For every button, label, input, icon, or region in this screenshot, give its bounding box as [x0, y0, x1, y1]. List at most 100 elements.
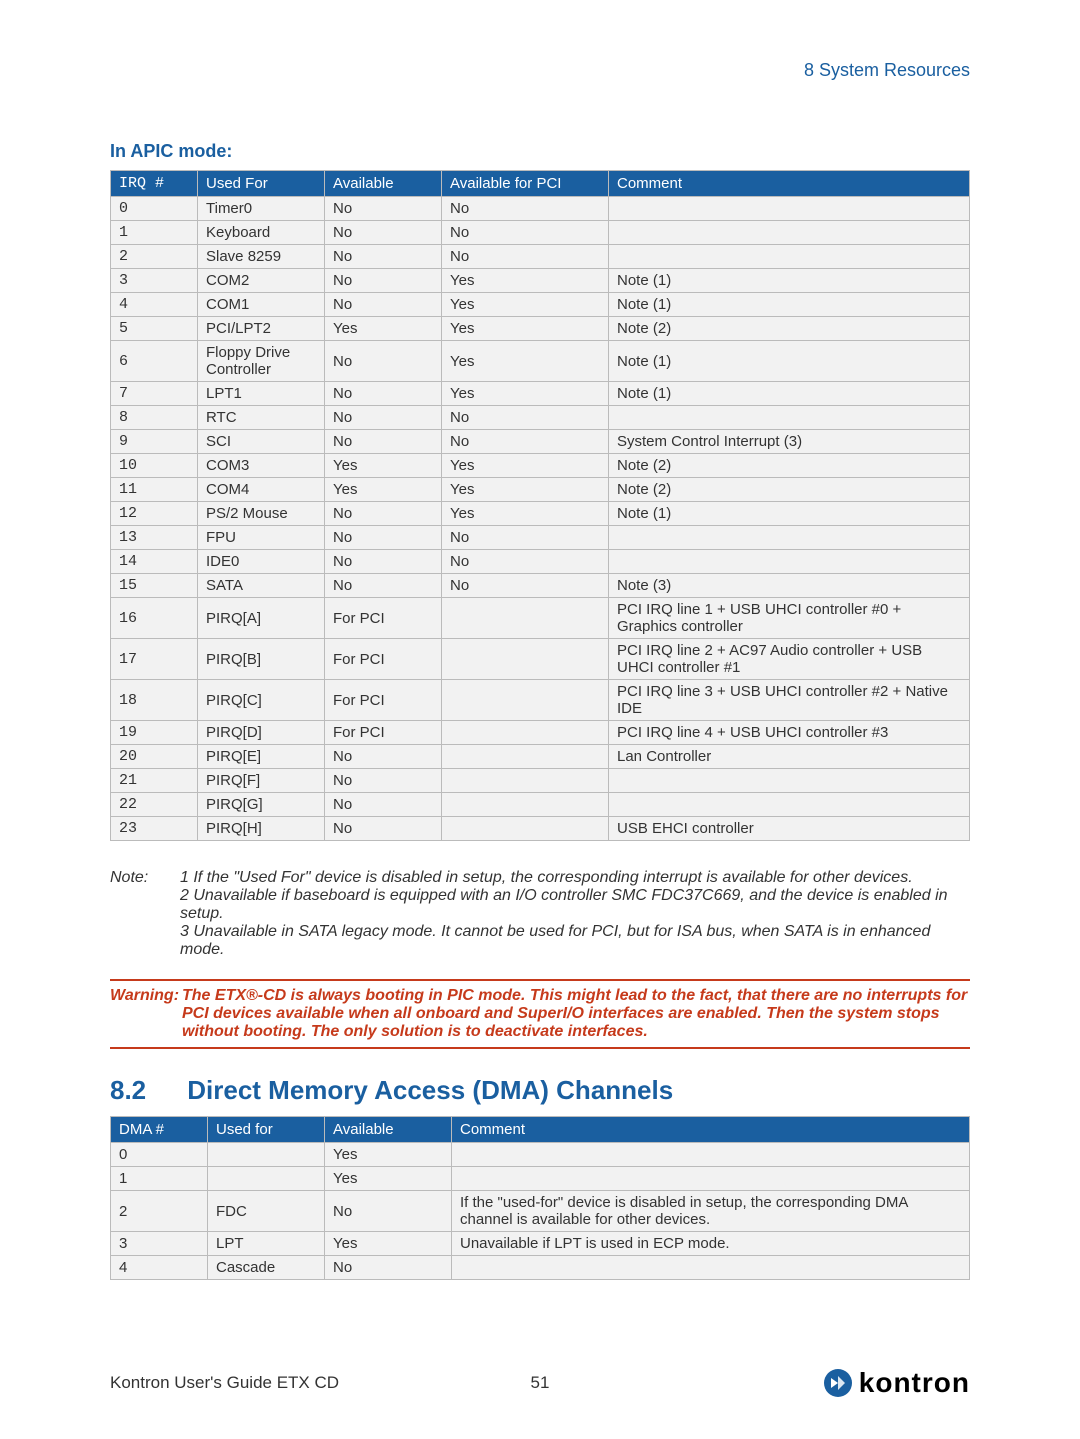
- dma-cell: [208, 1143, 325, 1167]
- table-row: 6Floppy Drive ControllerNoYesNote (1): [111, 341, 970, 382]
- irq-cell: For PCI: [325, 721, 442, 745]
- note-line: 3 Unavailable in SATA legacy mode. It ca…: [180, 923, 970, 959]
- apic-mode-title: In APIC mode:: [110, 141, 970, 162]
- note-label: Note:: [110, 869, 180, 959]
- irq-cell: Yes: [442, 269, 609, 293]
- irq-cell: [609, 197, 970, 221]
- irq-cell: 0: [111, 197, 198, 221]
- note-block: Note: 1 If the "Used For" device is disa…: [110, 869, 970, 959]
- brand-logo: kontron: [823, 1367, 970, 1399]
- irq-cell: No: [325, 341, 442, 382]
- table-row: 23PIRQ[H]NoUSB EHCI controller: [111, 817, 970, 841]
- irq-cell: 23: [111, 817, 198, 841]
- irq-cell: No: [325, 197, 442, 221]
- irq-cell: 20: [111, 745, 198, 769]
- irq-cell: SATA: [198, 574, 325, 598]
- irq-cell: 15: [111, 574, 198, 598]
- irq-cell: Yes: [442, 382, 609, 406]
- irq-cell: For PCI: [325, 598, 442, 639]
- irq-cell: COM4: [198, 478, 325, 502]
- irq-cell: Yes: [325, 454, 442, 478]
- irq-cell: PCI IRQ line 1 + USB UHCI controller #0 …: [609, 598, 970, 639]
- irq-cell: Note (1): [609, 293, 970, 317]
- warning-label: Warning:: [110, 987, 182, 1041]
- irq-cell: PCI IRQ line 4 + USB UHCI controller #3: [609, 721, 970, 745]
- table-row: 14IDE0NoNo: [111, 550, 970, 574]
- irq-cell: 11: [111, 478, 198, 502]
- irq-cell: 16: [111, 598, 198, 639]
- table-row: 9SCINoNoSystem Control Interrupt (3): [111, 430, 970, 454]
- irq-cell: No: [325, 745, 442, 769]
- irq-cell: No: [325, 293, 442, 317]
- irq-cell: 19: [111, 721, 198, 745]
- irq-cell: [442, 769, 609, 793]
- dma-header-cell: Available: [325, 1117, 452, 1143]
- irq-header-cell: IRQ #: [111, 171, 198, 197]
- irq-cell: PIRQ[A]: [198, 598, 325, 639]
- irq-cell: Yes: [442, 454, 609, 478]
- irq-header-cell: Comment: [609, 171, 970, 197]
- dma-cell: [452, 1143, 970, 1167]
- irq-cell: 2: [111, 245, 198, 269]
- table-row: 13FPUNoNo: [111, 526, 970, 550]
- irq-cell: 22: [111, 793, 198, 817]
- irq-table: IRQ #Used ForAvailableAvailable for PCIC…: [110, 170, 970, 841]
- dma-cell: If the "used-for" device is disabled in …: [452, 1191, 970, 1232]
- irq-cell: [442, 817, 609, 841]
- irq-cell: No: [442, 245, 609, 269]
- irq-cell: Note (1): [609, 341, 970, 382]
- irq-cell: For PCI: [325, 680, 442, 721]
- irq-cell: Note (3): [609, 574, 970, 598]
- irq-cell: Note (1): [609, 269, 970, 293]
- irq-cell: SCI: [198, 430, 325, 454]
- table-row: 2FDCNoIf the "used-for" device is disabl…: [111, 1191, 970, 1232]
- irq-cell: No: [442, 574, 609, 598]
- irq-cell: Note (1): [609, 382, 970, 406]
- dma-cell: Yes: [325, 1167, 452, 1191]
- dma-cell: Cascade: [208, 1256, 325, 1280]
- irq-cell: Yes: [442, 317, 609, 341]
- irq-cell: No: [325, 550, 442, 574]
- dma-cell: Unavailable if LPT is used in ECP mode.: [452, 1232, 970, 1256]
- dma-cell: LPT: [208, 1232, 325, 1256]
- irq-cell: [442, 721, 609, 745]
- irq-cell: No: [325, 269, 442, 293]
- irq-cell: [442, 639, 609, 680]
- table-row: 16PIRQ[A]For PCI PCI IRQ line 1 + USB UHC…: [111, 598, 970, 639]
- dma-table: DMA #Used forAvailableComment 0Yes1Yes2F…: [110, 1116, 970, 1280]
- irq-cell: PCI IRQ line 3 + USB UHCI controller #2 …: [609, 680, 970, 721]
- page-header-section: 8 System Resources: [110, 60, 970, 81]
- table-row: 1Yes: [111, 1167, 970, 1191]
- irq-cell: 6: [111, 341, 198, 382]
- irq-cell: Note (2): [609, 478, 970, 502]
- irq-cell: LPT1: [198, 382, 325, 406]
- irq-cell: No: [325, 245, 442, 269]
- irq-header-cell: Used For: [198, 171, 325, 197]
- irq-cell: 9: [111, 430, 198, 454]
- table-row: 7LPT1NoYesNote (1): [111, 382, 970, 406]
- irq-cell: No: [442, 406, 609, 430]
- irq-cell: COM1: [198, 293, 325, 317]
- irq-cell: PIRQ[F]: [198, 769, 325, 793]
- footer-guide-title: Kontron User's Guide ETX CD: [110, 1373, 339, 1393]
- irq-cell: USB EHCI controller: [609, 817, 970, 841]
- irq-cell: 8: [111, 406, 198, 430]
- irq-cell: 12: [111, 502, 198, 526]
- kontron-logo-icon: [823, 1368, 853, 1398]
- table-row: 20PIRQ[E]NoLan Controller: [111, 745, 970, 769]
- irq-cell: No: [325, 221, 442, 245]
- dma-cell: 3: [111, 1232, 208, 1256]
- irq-cell: 4: [111, 293, 198, 317]
- irq-cell: 7: [111, 382, 198, 406]
- irq-cell: Lan Controller: [609, 745, 970, 769]
- irq-cell: No: [325, 769, 442, 793]
- irq-cell: No: [325, 406, 442, 430]
- irq-cell: Note (1): [609, 502, 970, 526]
- table-row: 3COM2NoYesNote (1): [111, 269, 970, 293]
- irq-cell: Yes: [442, 293, 609, 317]
- irq-cell: PIRQ[C]: [198, 680, 325, 721]
- dma-cell: No: [325, 1256, 452, 1280]
- irq-header-cell: Available: [325, 171, 442, 197]
- irq-cell: Yes: [442, 341, 609, 382]
- section-number: 8.2: [110, 1075, 180, 1106]
